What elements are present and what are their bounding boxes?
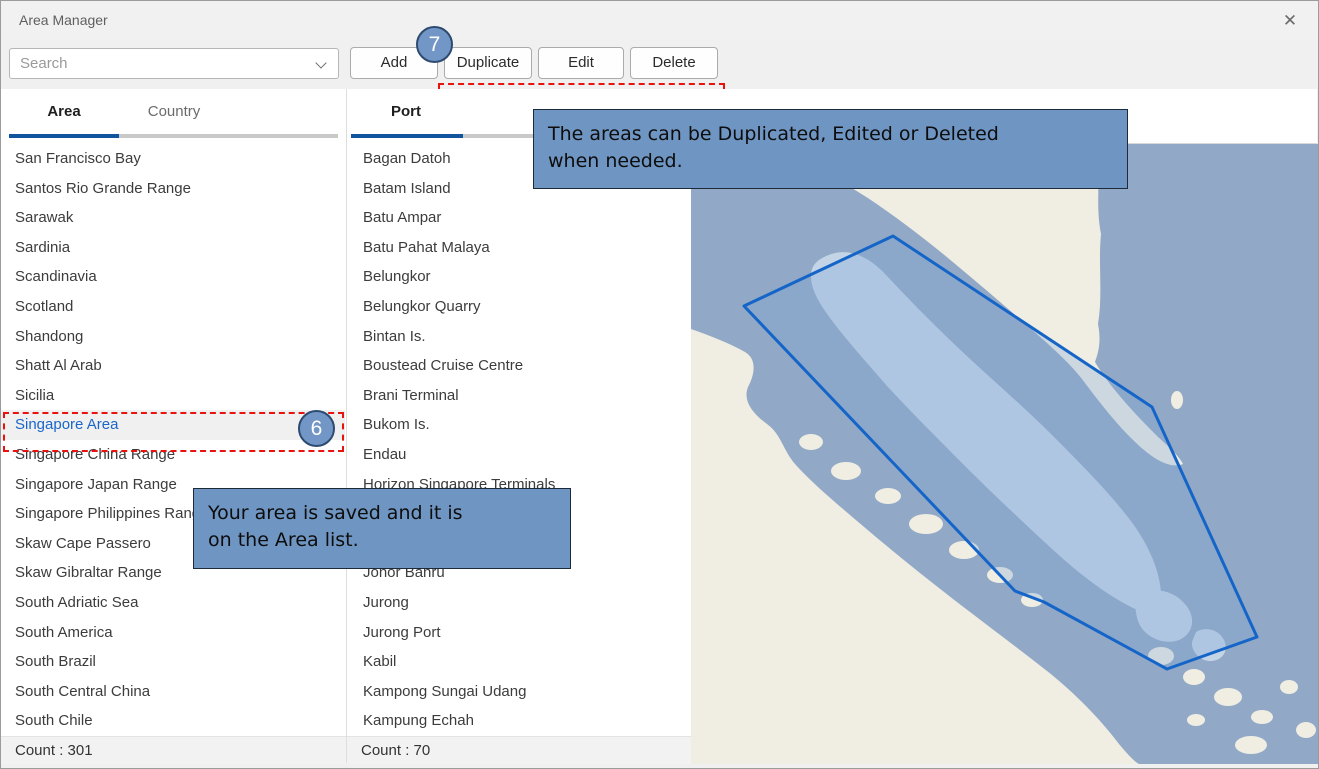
area-tabbar: Area Country [1, 89, 345, 144]
list-item[interactable]: South Chile [1, 706, 345, 736]
list-item[interactable]: Bukom Is. [347, 410, 691, 440]
list-item[interactable]: Boustead Cruise Centre [347, 351, 691, 381]
list-item[interactable]: Shatt Al Arab [1, 351, 345, 381]
list-item[interactable]: Brani Terminal [347, 381, 691, 411]
step-badge-7: 7 [416, 26, 453, 63]
list-item[interactable]: Jurong [347, 588, 691, 618]
list-item[interactable]: Shandong [1, 322, 345, 352]
list-item[interactable]: Scandinavia [1, 262, 345, 292]
callout-line: when needed. [548, 148, 1113, 175]
list-item[interactable]: South Central China [1, 677, 345, 707]
list-item[interactable]: Jurong Port [347, 618, 691, 648]
list-item[interactable]: Endau [347, 440, 691, 470]
list-item[interactable]: South America [1, 618, 345, 648]
list-item[interactable]: Bintan Is. [347, 322, 691, 352]
delete-button[interactable]: Delete [630, 47, 718, 79]
map-canvas [691, 144, 1319, 764]
search-input[interactable] [10, 49, 338, 78]
map[interactable] [691, 144, 1319, 764]
list-item[interactable]: Singapore China Range [1, 440, 345, 470]
toolbar: Add Duplicate Edit Delete [1, 39, 1318, 89]
tab-port[interactable]: Port [351, 103, 461, 120]
list-item[interactable]: Sicilia [1, 381, 345, 411]
list-item[interactable]: Sardinia [1, 233, 345, 263]
callout-line: on the Area list. [208, 527, 556, 554]
callout-saved-note: Your area is saved and it is on the Area… [193, 488, 571, 569]
callout-duplicate-note: The areas can be Duplicated, Edited or D… [533, 109, 1128, 189]
tab-country[interactable]: Country [119, 103, 229, 120]
list-item[interactable]: Belungkor [347, 262, 691, 292]
tab-area[interactable]: Area [9, 103, 119, 120]
close-icon[interactable]: ✕ [1276, 9, 1304, 33]
list-item[interactable]: San Francisco Bay [1, 144, 345, 174]
list-item[interactable]: Santos Rio Grande Range [1, 174, 345, 204]
list-item[interactable]: Scotland [1, 292, 345, 322]
list-item[interactable]: Belungkor Quarry [347, 292, 691, 322]
area-manager-window: Area Manager ✕ Add Duplicate Edit Delete… [0, 0, 1319, 769]
callout-line: Your area is saved and it is [208, 500, 556, 527]
list-item[interactable]: Kampung Echah [347, 706, 691, 736]
title-bar: Area Manager ✕ [1, 1, 1318, 39]
list-item[interactable]: Sarawak [1, 203, 345, 233]
tab-active-indicator [351, 134, 463, 138]
list-item[interactable]: Kabil [347, 647, 691, 677]
list-item[interactable]: Singapore Area [1, 410, 345, 440]
list-item[interactable]: Batu Pahat Malaya [347, 233, 691, 263]
area-count-status: Count : 301 [1, 736, 346, 764]
tab-active-indicator [9, 134, 119, 138]
list-item[interactable]: South Brazil [1, 647, 345, 677]
list-item[interactable]: Kampong Sungai Udang [347, 677, 691, 707]
list-item[interactable]: Batu Ampar [347, 203, 691, 233]
step-badge-6: 6 [298, 410, 335, 447]
area-list: San Francisco BaySantos Rio Grande Range… [1, 144, 345, 736]
callout-line: The areas can be Duplicated, Edited or D… [548, 121, 1113, 148]
window-title: Area Manager [19, 12, 108, 28]
port-list: Bagan DatohBatam IslandBatu AmparBatu Pa… [347, 144, 691, 736]
duplicate-button[interactable]: Duplicate [444, 47, 532, 79]
search-combobox[interactable] [9, 48, 339, 79]
edit-button[interactable]: Edit [538, 47, 624, 79]
port-count-status: Count : 70 [347, 736, 691, 764]
list-item[interactable]: South Adriatic Sea [1, 588, 345, 618]
